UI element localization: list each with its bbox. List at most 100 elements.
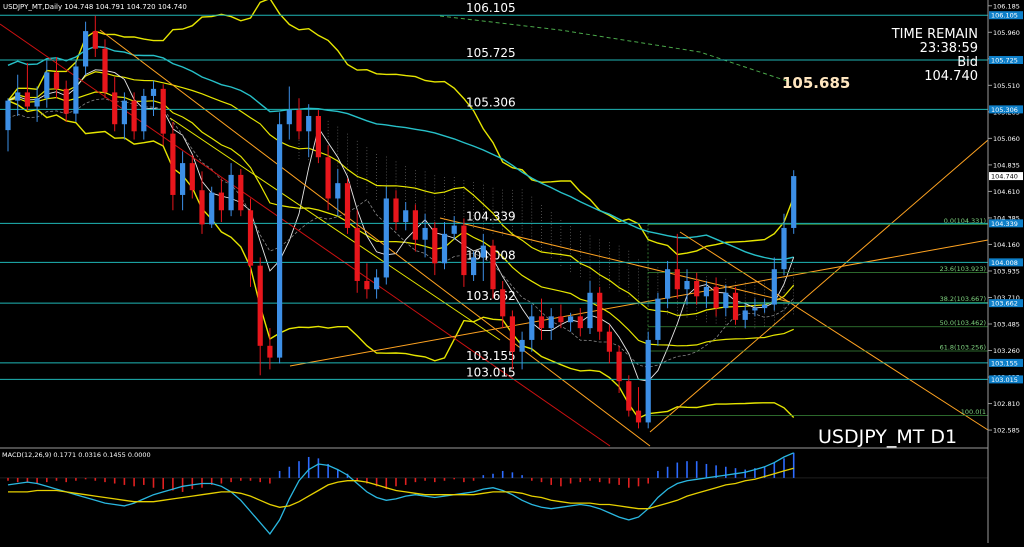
candle-body[interactable] — [791, 176, 797, 228]
candle-body[interactable] — [354, 227, 360, 281]
candle-body[interactable] — [412, 210, 418, 240]
candle-body[interactable] — [180, 163, 186, 195]
candle-body[interactable] — [150, 88, 157, 96]
candle-body[interactable] — [558, 316, 564, 323]
candle-body[interactable] — [344, 183, 351, 228]
candle-body[interactable] — [34, 98, 40, 107]
candle-body[interactable] — [674, 269, 680, 290]
candle-body[interactable] — [771, 269, 777, 305]
candle-body[interactable] — [92, 31, 98, 49]
candle-body[interactable] — [374, 277, 380, 290]
candle-body[interactable] — [189, 163, 195, 191]
candle-body[interactable] — [587, 292, 593, 329]
candle-body[interactable] — [645, 339, 651, 423]
candle-body[interactable] — [112, 92, 118, 125]
candle-body[interactable] — [383, 198, 389, 278]
candle-body[interactable] — [325, 157, 331, 199]
candle-body[interactable] — [73, 66, 79, 114]
candle-body[interactable] — [228, 174, 234, 211]
candle-body[interactable] — [53, 72, 60, 89]
candle-body[interactable] — [461, 225, 467, 276]
candle-body[interactable] — [131, 100, 137, 132]
candle-body[interactable] — [257, 265, 263, 346]
candle-body[interactable] — [393, 198, 399, 223]
candle-body[interactable] — [5, 100, 11, 131]
bid-label: Bid — [957, 55, 978, 70]
candle-body[interactable] — [597, 292, 603, 332]
candle-body[interactable] — [277, 124, 283, 358]
candle-body[interactable] — [548, 316, 554, 329]
candle-body[interactable] — [781, 227, 787, 270]
candle-body[interactable] — [121, 100, 127, 125]
candle-body[interactable] — [635, 410, 642, 423]
candle-body[interactable] — [63, 88, 69, 114]
candle-body[interactable] — [703, 286, 709, 297]
level-price-tag-label: 103.155 — [991, 359, 1018, 367]
candle-body[interactable] — [218, 192, 224, 211]
candle-body[interactable] — [480, 245, 486, 258]
price-tick-label: 104.610 — [993, 188, 1020, 196]
candle-body[interactable] — [713, 286, 719, 309]
candle-body[interactable] — [364, 280, 370, 290]
fib-label: 61.8(103.256) — [940, 343, 986, 351]
candle-body[interactable] — [732, 292, 739, 320]
candle-body[interactable] — [752, 308, 758, 311]
candle-body[interactable] — [267, 345, 273, 358]
candle-body[interactable] — [626, 381, 632, 411]
candle-body[interactable] — [616, 351, 622, 382]
candle-body[interactable] — [170, 133, 176, 195]
candle-body[interactable] — [742, 310, 748, 320]
time-remain-label: TIME REMAIN — [891, 27, 978, 42]
candle-body[interactable] — [315, 115, 321, 158]
candle-body[interactable] — [286, 110, 292, 125]
level-label: 103.662 — [466, 289, 516, 303]
candle-body[interactable] — [15, 92, 21, 101]
candle-body[interactable] — [606, 331, 612, 352]
candle-body[interactable] — [83, 31, 89, 67]
candle-body[interactable] — [141, 95, 147, 132]
candle-body[interactable] — [509, 316, 515, 352]
candle-body[interactable] — [247, 210, 254, 266]
candle-body[interactable] — [519, 339, 525, 352]
candle-body[interactable] — [432, 227, 438, 264]
candle-body[interactable] — [665, 269, 671, 299]
candle-body[interactable] — [471, 257, 477, 276]
price-tick-label: 105.060 — [993, 135, 1020, 143]
candle-body[interactable] — [24, 92, 30, 107]
level-label: 104.339 — [466, 209, 516, 223]
price-chart[interactable]: 0.0(104.331)23.6(103.923)38.2(103.667)50… — [0, 0, 1024, 543]
level-price-tag-label: 103.015 — [991, 376, 1018, 384]
candle-body[interactable] — [296, 110, 302, 132]
candle-body[interactable] — [335, 183, 341, 199]
candle-body[interactable] — [568, 316, 574, 323]
candle-body[interactable] — [490, 245, 496, 290]
level-price-tag-label: 103.662 — [991, 300, 1018, 308]
candle-body[interactable] — [160, 88, 166, 134]
level-price-tag-label: 104.339 — [991, 220, 1018, 228]
candle-body[interactable] — [102, 48, 108, 93]
chart-title: USDJPY_MT,Daily 104.748 104.791 104.720 … — [3, 3, 187, 11]
candle-body[interactable] — [694, 280, 700, 297]
candle-body[interactable] — [199, 190, 205, 225]
candle-body[interactable] — [209, 192, 215, 225]
candle-body[interactable] — [577, 316, 583, 329]
candle-body[interactable] — [238, 174, 244, 211]
candle-body[interactable] — [538, 316, 545, 329]
level-price-tag-label: 105.306 — [991, 106, 1018, 114]
candle-body[interactable] — [451, 225, 457, 234]
candle-body[interactable] — [422, 227, 428, 240]
fib-label: 100.0(1 — [961, 408, 986, 416]
candle-body[interactable] — [529, 316, 535, 340]
candle-body[interactable] — [441, 233, 448, 264]
candle-body[interactable] — [684, 280, 690, 290]
candle-body[interactable] — [655, 298, 661, 340]
candle-body[interactable] — [44, 72, 50, 99]
candle-body[interactable] — [306, 115, 312, 132]
candle-body[interactable] — [500, 289, 506, 317]
candle-body[interactable] — [723, 292, 729, 309]
price-tick-label: 104.835 — [993, 161, 1020, 169]
candle-body[interactable] — [762, 304, 768, 309]
level-price-tag-label: 106.105 — [991, 12, 1018, 20]
highlight-price: 105.685 — [782, 74, 850, 92]
candle-body[interactable] — [403, 210, 409, 223]
